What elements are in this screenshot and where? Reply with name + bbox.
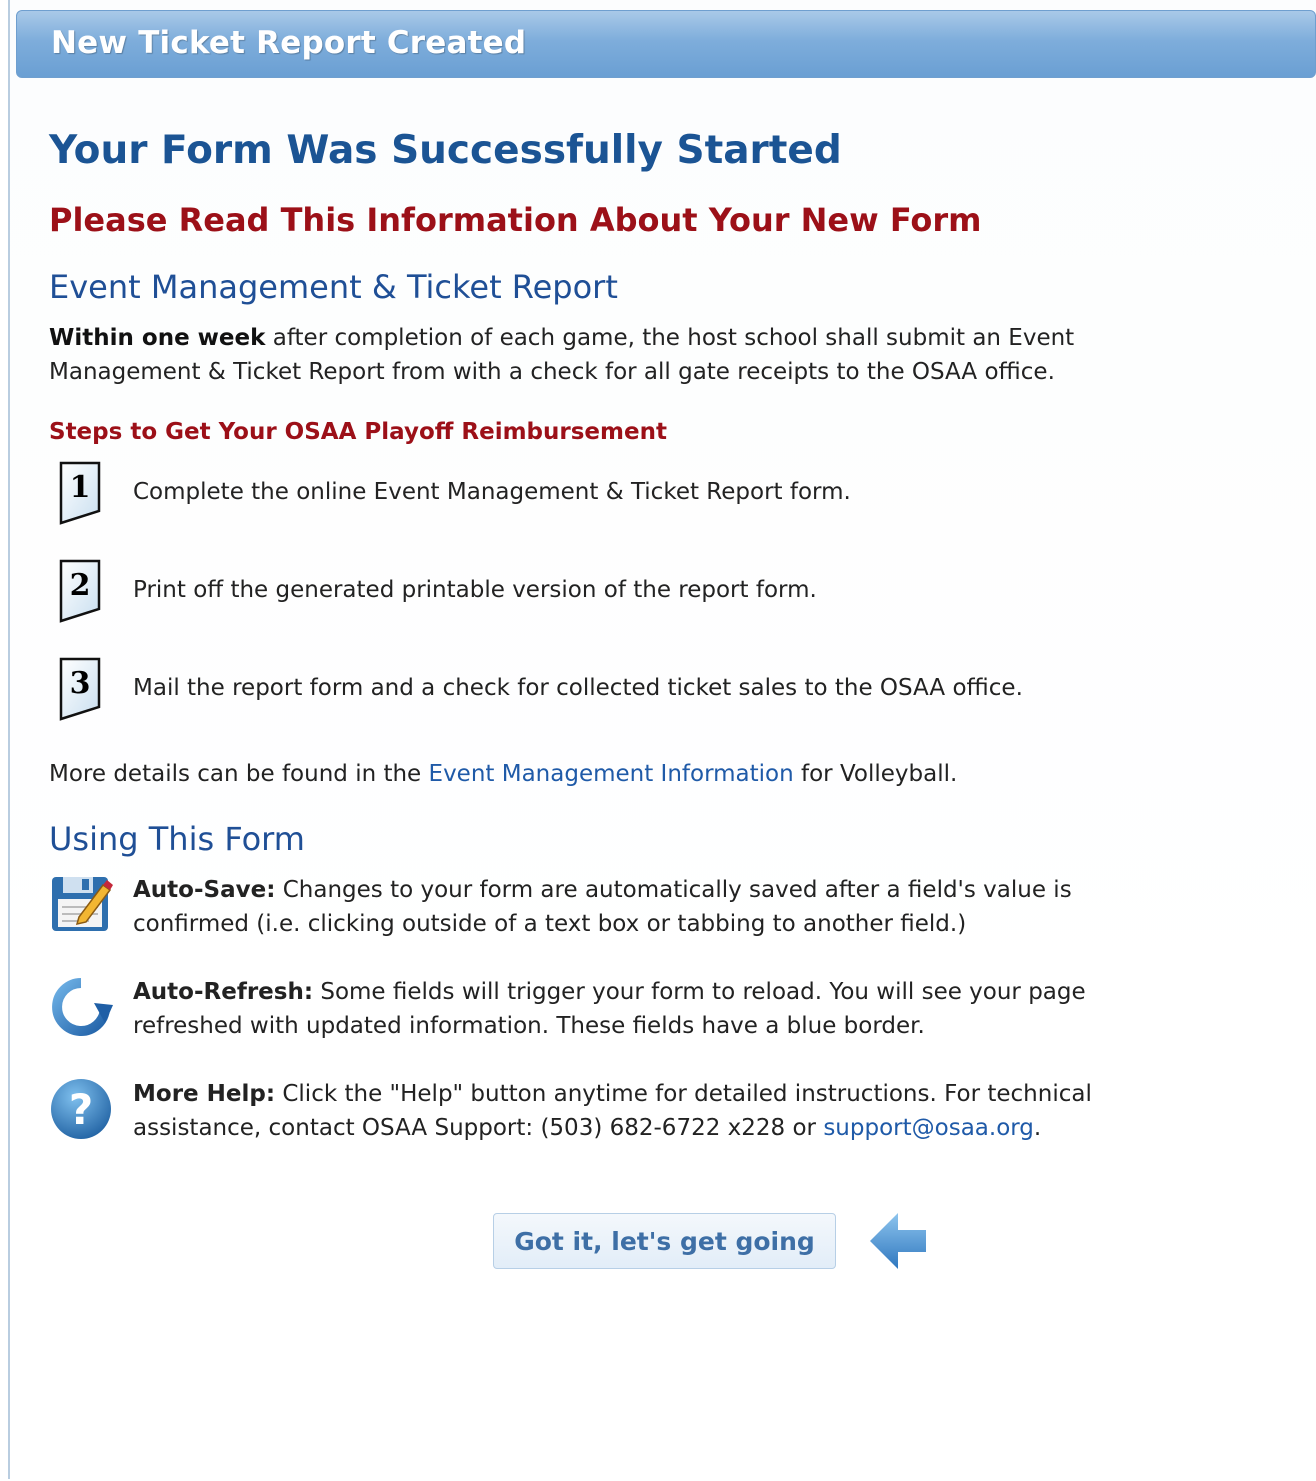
deadline-text: Within one week <box>49 325 266 351</box>
description-line-1: after completion of each game, the host … <box>265 325 1075 351</box>
details-suffix: for Volleyball. <box>793 761 958 787</box>
more-help-text: More Help: Click the "Help" button anyti… <box>133 1077 1253 1145</box>
step-3-text: Mail the report form and a check for col… <box>133 675 1023 701</box>
more-details-text: More details can be found in the Event M… <box>49 757 957 791</box>
more-help-line-2: assistance, contact OSAA Support: (503) … <box>133 1115 824 1141</box>
help-icon: ? <box>51 1079 111 1139</box>
svg-text:?: ? <box>69 1085 93 1134</box>
step-1-text: Complete the online Event Management & T… <box>133 479 851 505</box>
auto-refresh-label: Auto-Refresh: <box>133 979 314 1005</box>
event-management-description: Within one week after completion of each… <box>49 321 1074 389</box>
more-help-label: More Help: <box>133 1081 276 1107</box>
dialog-titlebar: New Ticket Report Created <box>16 10 1316 78</box>
steps-title: Steps to Get Your OSAA Playoff Reimburse… <box>49 419 667 445</box>
step-1-icon: 1 <box>59 461 101 525</box>
dialog-title: New Ticket Report Created <box>51 25 527 61</box>
step-3-number: 3 <box>70 666 91 701</box>
step-3-icon: 3 <box>59 657 101 721</box>
got-it-button[interactable]: Got it, let's get going <box>493 1213 836 1269</box>
dialog: New Ticket Report Created Your Form Was … <box>8 0 1316 1479</box>
auto-save-line-1: Changes to your form are automatically s… <box>275 877 1072 903</box>
auto-refresh-text: Auto-Refresh: Some fields will trigger y… <box>133 975 1253 1043</box>
step-1-number: 1 <box>70 470 91 505</box>
refresh-icon <box>52 978 113 1036</box>
auto-save-line-2: confirmed (i.e. clicking outside of a te… <box>133 911 967 937</box>
save-icon <box>52 877 113 931</box>
section-title-event-management: Event Management & Ticket Report <box>49 268 618 306</box>
auto-save-label: Auto-Save: <box>133 877 276 903</box>
step-2-text: Print off the generated printable versio… <box>133 577 817 603</box>
section-title-using-form: Using This Form <box>49 820 305 858</box>
description-line-2: Management & Ticket Report from with a c… <box>49 359 1055 385</box>
event-management-info-link[interactable]: Event Management Information <box>429 761 794 787</box>
auto-save-text: Auto-Save: Changes to your form are auto… <box>133 873 1253 941</box>
page-title: Your Form Was Successfully Started <box>49 128 842 173</box>
more-help-line-1: Click the "Help" button anytime for deta… <box>275 1081 1092 1107</box>
auto-refresh-line-2: refreshed with updated information. Thes… <box>133 1013 925 1039</box>
step-2-icon: 2 <box>59 559 101 623</box>
auto-refresh-line-1: Some fields will trigger your form to re… <box>313 979 1086 1005</box>
step-2-number: 2 <box>70 568 91 603</box>
details-prefix: More details can be found in the <box>49 761 429 787</box>
support-email-link[interactable]: support@osaa.org <box>823 1115 1034 1141</box>
arrow-left-icon <box>870 1213 926 1269</box>
more-help-period: . <box>1033 1115 1042 1141</box>
notice-heading: Please Read This Information About Your … <box>49 201 982 239</box>
